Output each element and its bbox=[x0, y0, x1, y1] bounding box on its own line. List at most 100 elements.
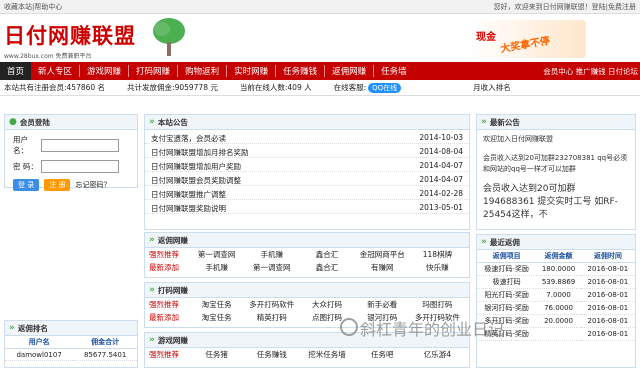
banner-cash: 现金 bbox=[476, 32, 496, 43]
site-link[interactable]: 挖米任务墙 bbox=[299, 349, 354, 360]
register-button[interactable]: 注 册 bbox=[44, 179, 71, 191]
stats-bar: 本站共有注册会员:457860 名 共计发放佣金:9059778 元 当前在线人… bbox=[0, 80, 640, 96]
site-link[interactable]: 淘宝任务 bbox=[189, 299, 244, 310]
latest-notice-panel: » 最新公告 欢迎加入日付网赚联盟 会员收入达到20可加群232708381 qq… bbox=[476, 114, 636, 230]
table-cell: 2016-08-01 bbox=[580, 262, 635, 276]
list-item[interactable]: 日付网赚联盟推广调整 2014-02-28 bbox=[145, 186, 469, 200]
banner-prize: 大奖拿不停 bbox=[499, 35, 551, 56]
news-title[interactable]: 日付网赚联盟增加用户奖励 bbox=[151, 161, 241, 171]
nav-right-links[interactable]: 会员中心 推广赚钱 日付论坛 bbox=[543, 62, 638, 80]
announcements-title: 本站公告 bbox=[157, 117, 188, 127]
chevron-icon: » bbox=[481, 237, 487, 247]
table-cell: 2016-08-01 bbox=[580, 327, 635, 341]
site-link[interactable]: 新手必看 bbox=[355, 299, 410, 310]
password-input[interactable] bbox=[41, 160, 119, 173]
list-item[interactable]: 日付网赚联盟奖励说明 2013-05-01 bbox=[145, 200, 469, 214]
table-row: 阳光打码-奖励 7.0000 2016-08-01 bbox=[477, 288, 635, 302]
link-row: 强烈推荐 淘宝任务 多开打码软件 大众打码 新手必看 玛图打码 bbox=[145, 298, 469, 311]
game-links: 强烈推荐 任务猪 任务赚钱 挖米任务墙 任务吧 亿乐游4 bbox=[145, 348, 469, 361]
table-cell[interactable]: 极速打码-奖励 bbox=[477, 262, 537, 276]
wechat-icon bbox=[340, 318, 358, 336]
qq-online-button[interactable]: QQ在线 bbox=[368, 82, 402, 93]
rank-user[interactable]: damowl0107 bbox=[5, 348, 74, 361]
news-date: 2014-04-07 bbox=[419, 161, 463, 170]
username-input[interactable] bbox=[41, 138, 119, 152]
latest-title: 最近返佣 bbox=[489, 237, 520, 247]
table-row: 极速打码 539.8869 2016-08-01 bbox=[477, 275, 635, 289]
col-sum: 佣金合计 bbox=[73, 336, 137, 349]
rebate-title: 返佣网赚 bbox=[157, 235, 188, 245]
rebate-links: 强烈推荐 第一调查网 手机赚 鑫合汇 金冠网商平台 118棋牌 最新添加 手机赚 第一调查网 鑫合… bbox=[145, 248, 469, 274]
list-item[interactable]: 支付宝遗落，会员必读 2014-10-03 bbox=[145, 130, 469, 144]
site-link[interactable]: 任务猪 bbox=[189, 349, 244, 360]
news-date: 2014-10-03 bbox=[419, 133, 463, 142]
notice-line2: 会员收入达到20可加群232708381 qq号必须和网站的qq号一样才可以加群 bbox=[483, 154, 628, 173]
list-item[interactable]: 日付网赚联盟增加月排名奖励 2014-08-04 bbox=[145, 144, 469, 158]
row-tag: 强烈推荐 bbox=[149, 350, 179, 359]
table-cell[interactable]: 极速打码 bbox=[477, 275, 537, 289]
site-link[interactable]: 大众打码 bbox=[299, 299, 354, 310]
login-button[interactable]: 登 录 bbox=[13, 179, 40, 191]
list-item[interactable]: 日付网赚联盟会员奖励调整 2014-04-07 bbox=[145, 172, 469, 186]
table-cell: 7.0000 bbox=[536, 288, 581, 302]
site-link[interactable]: 鑫合汇 bbox=[299, 249, 354, 260]
news-title[interactable]: 日付网赚联盟推广调整 bbox=[151, 189, 226, 199]
link-row: 强烈推荐 任务猪 任务赚钱 挖米任务墙 任务吧 亿乐游4 bbox=[145, 348, 469, 361]
table-cell: 2016-08-01 bbox=[580, 301, 635, 315]
site-link[interactable]: 淘宝任务 bbox=[189, 312, 244, 323]
nav-game[interactable]: 游戏网赚 bbox=[80, 62, 128, 80]
table-row: damowl0107 85677.5401 bbox=[5, 348, 137, 361]
nav-tasks[interactable]: 任务赚钱 bbox=[276, 62, 324, 80]
site-link[interactable]: 亿乐游4 bbox=[410, 349, 465, 360]
site-link[interactable]: 手机赚 bbox=[189, 262, 244, 273]
site-link[interactable]: 鑫合汇 bbox=[299, 262, 354, 273]
news-title[interactable]: 日付网赚联盟会员奖励调整 bbox=[151, 175, 241, 185]
chevron-icon: » bbox=[149, 235, 155, 245]
top-welcome[interactable]: 您好，欢迎来到日付网赚联盟！登陆|免费注册 bbox=[494, 2, 636, 12]
password-label: 密 码： bbox=[13, 162, 38, 171]
site-link[interactable]: 任务吧 bbox=[355, 349, 410, 360]
site-link[interactable]: 118棋牌 bbox=[410, 249, 465, 260]
nav-shopping[interactable]: 购物返利 bbox=[178, 62, 226, 80]
col-user: 用户名 bbox=[5, 336, 74, 349]
chevron-icon: » bbox=[9, 323, 15, 333]
site-link[interactable]: 多开打码软件 bbox=[244, 299, 299, 310]
nav-realtime[interactable]: 实时网赚 bbox=[227, 62, 275, 80]
announcements-list: 支付宝遗落，会员必读 2014-10-03 日付网赚联盟增加月排名奖励 2014-08… bbox=[145, 130, 469, 214]
stat-online: 当前在线人数:409 人 bbox=[239, 83, 312, 92]
nav-rebate[interactable]: 返佣网赚 bbox=[325, 62, 373, 80]
site-link[interactable]: 第一调查网 bbox=[189, 249, 244, 260]
promo-banner[interactable]: 现金 大奖拿不停 bbox=[470, 20, 586, 58]
site-link[interactable]: 精英打码 bbox=[244, 312, 299, 323]
table-cell: 20.0000 bbox=[536, 314, 581, 328]
table-cell: 2016-08-01 bbox=[580, 275, 635, 289]
news-title[interactable]: 支付宝遗落，会员必读 bbox=[151, 133, 226, 143]
site-link[interactable]: 任务赚钱 bbox=[244, 349, 299, 360]
notice-line1: 欢迎加入日付网赚联盟 bbox=[483, 135, 553, 143]
table-row: 极速打码-奖励 180.0000 2016-08-01 bbox=[477, 262, 635, 276]
top-links[interactable]: 收藏本站|帮助中心 bbox=[4, 2, 62, 12]
site-link[interactable]: 玛图打码 bbox=[410, 299, 465, 310]
table-cell[interactable]: 阳光打码-奖励 bbox=[477, 288, 537, 302]
news-title[interactable]: 日付网赚联盟奖励说明 bbox=[151, 203, 226, 213]
nav-home[interactable]: 首页 bbox=[0, 62, 32, 80]
site-link[interactable]: 第一调查网 bbox=[244, 262, 299, 273]
table-row: 银河打码-奖励 76.0000 2016-08-01 bbox=[477, 301, 635, 315]
nav-captcha[interactable]: 打码网赚 bbox=[129, 62, 177, 80]
site-link[interactable]: 手机赚 bbox=[244, 249, 299, 260]
news-title[interactable]: 日付网赚联盟增加月排名奖励 bbox=[151, 147, 249, 157]
table-cell[interactable]: 银河打码-奖励 bbox=[477, 301, 537, 315]
forgot-password-link[interactable]: 忘记密码？ bbox=[75, 180, 110, 190]
col-amount: 返佣金额 bbox=[536, 250, 581, 263]
list-item[interactable]: 日付网赚联盟增加用户奖励 2014-04-07 bbox=[145, 158, 469, 172]
site-link[interactable]: 有赚网 bbox=[355, 262, 410, 273]
row-tag: 强烈推荐 bbox=[149, 300, 179, 309]
nav-taskwall[interactable]: 任务墙 bbox=[374, 62, 414, 80]
site-link[interactable]: 金冠网商平台 bbox=[355, 249, 410, 260]
notice-line3: 会员收入达到20可加群 194688361 提交实时工号 如RF-25454这样… bbox=[483, 184, 618, 220]
site-logo[interactable]: 日付网赚联盟 www.28bux.com 免费兼职平台 bbox=[4, 20, 136, 60]
stat-rank[interactable]: 月收入排名 bbox=[473, 82, 511, 93]
nav-newbie[interactable]: 新人专区 bbox=[31, 62, 79, 80]
link-row: 强烈推荐 第一调查网 手机赚 鑫合汇 金冠网商平台 118棋牌 bbox=[145, 248, 469, 261]
site-link[interactable]: 快乐赚 bbox=[410, 262, 465, 273]
